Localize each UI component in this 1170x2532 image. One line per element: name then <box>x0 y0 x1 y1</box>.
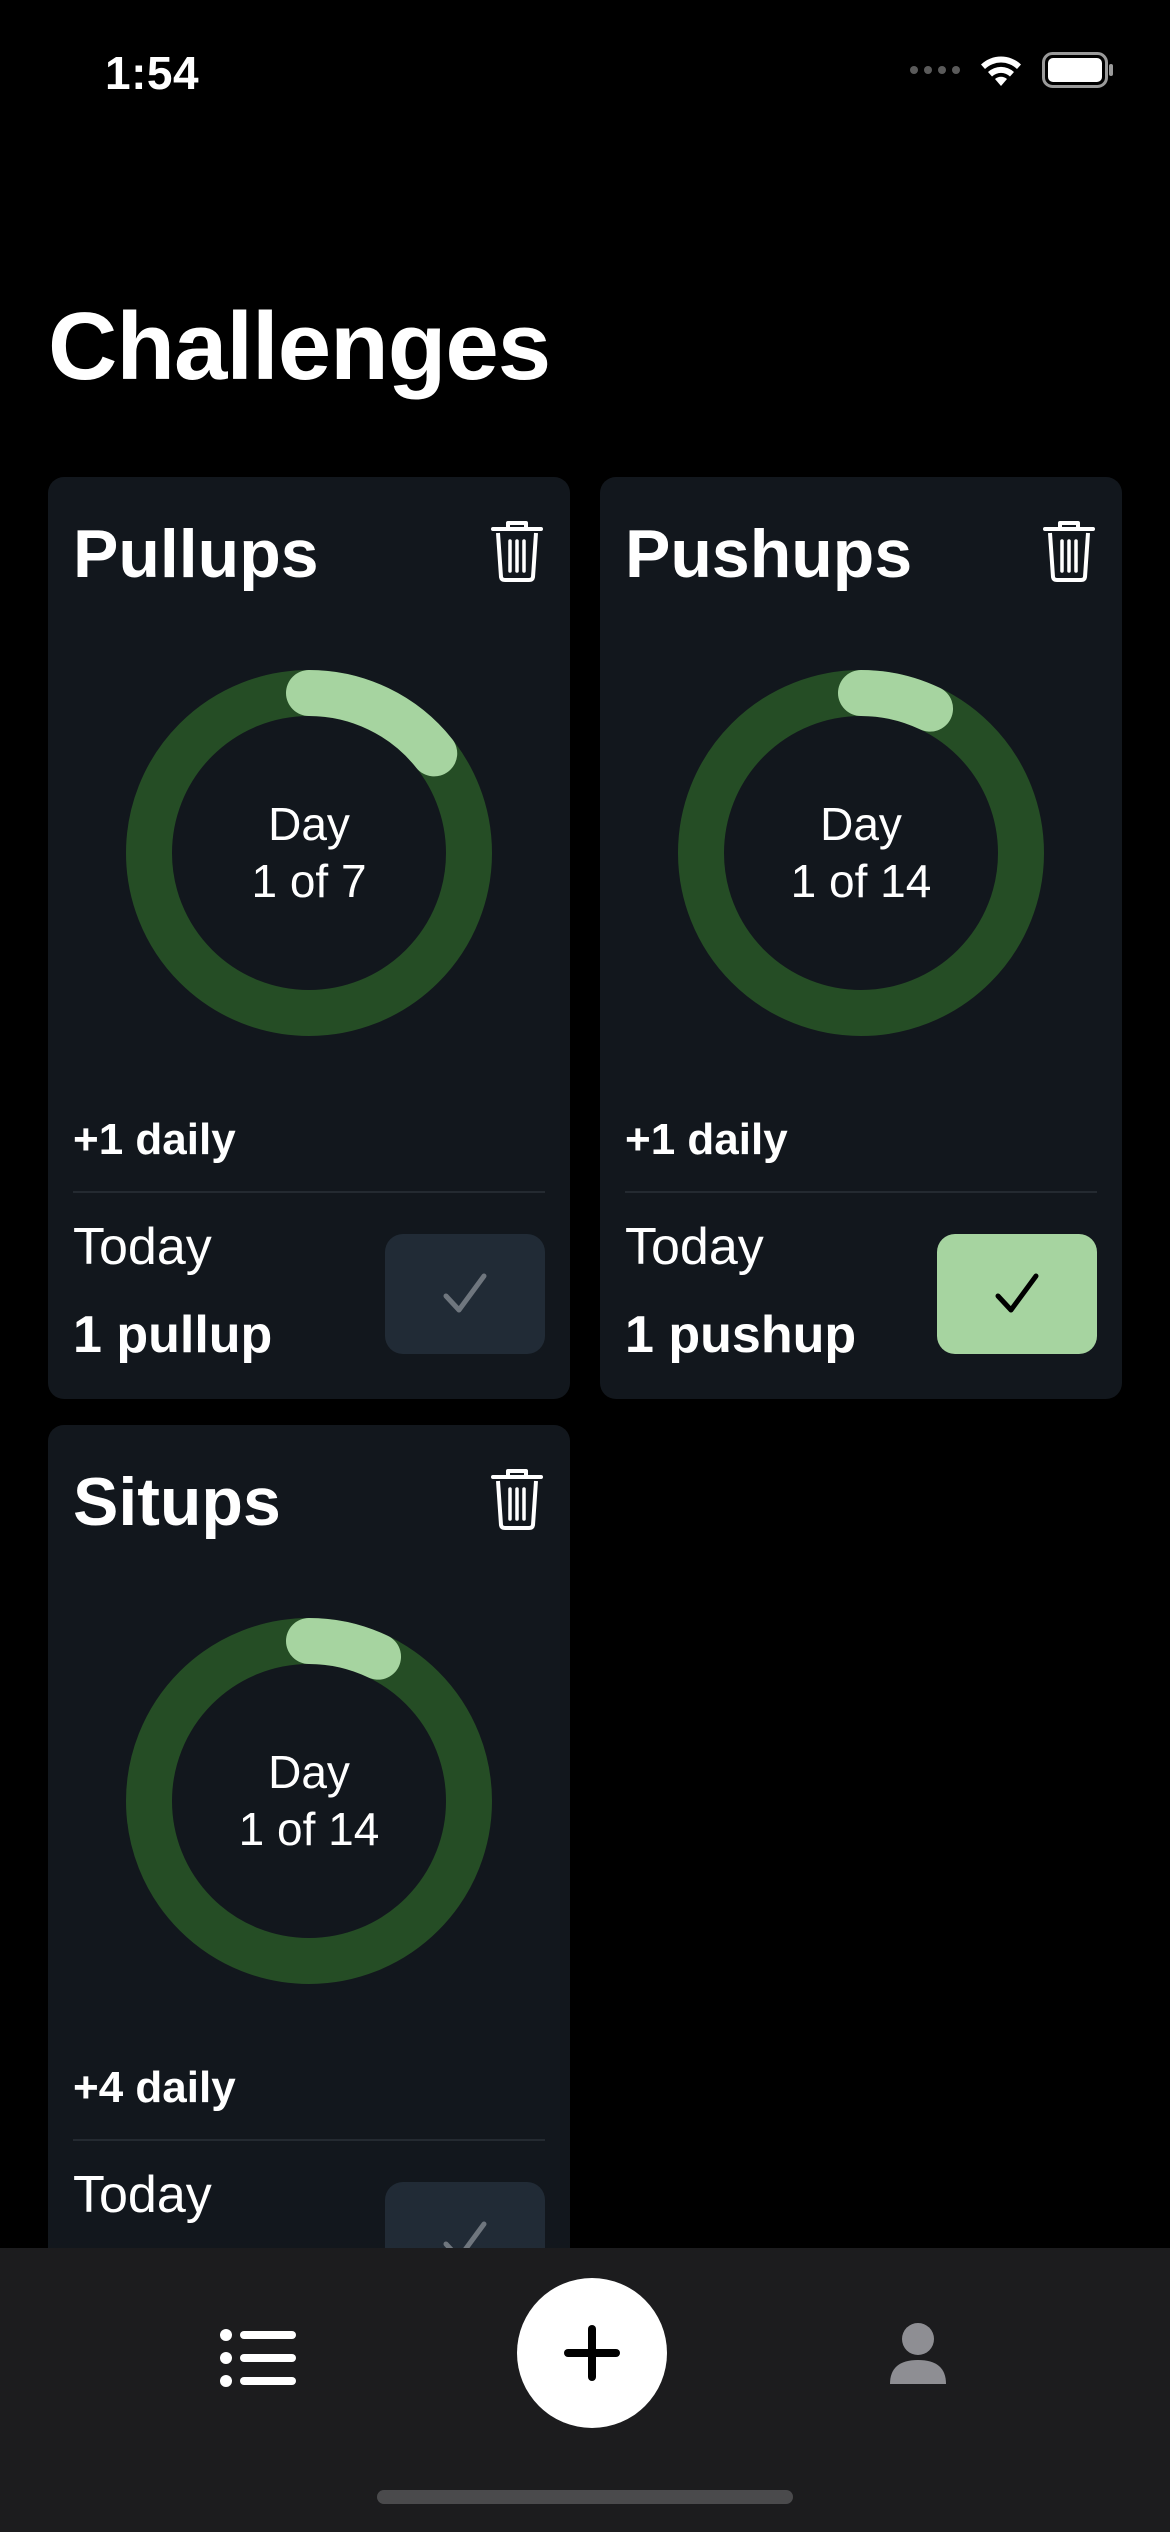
home-indicator <box>377 2490 793 2504</box>
divider <box>73 2139 545 2141</box>
day-progress-label: Day 1 of 14 <box>675 667 1047 1039</box>
checkmark-icon <box>995 1273 1039 1313</box>
day-label: Day <box>268 1746 350 1798</box>
person-icon[interactable] <box>888 2322 948 2386</box>
trash-icon[interactable] <box>489 1467 545 1531</box>
checkmark-icon <box>443 1273 487 1313</box>
day-label: Day <box>268 798 350 850</box>
wifi-icon <box>981 56 1021 86</box>
daily-increment: +1 daily <box>73 1115 236 1164</box>
challenge-card-situps[interactable]: Situps Day 1 of 14 +4 daily Today <box>48 1425 570 2347</box>
status-time: 1:54 <box>105 47 200 99</box>
day-count: 1 of 14 <box>790 855 932 907</box>
battery-icon <box>1042 52 1113 88</box>
add-challenge-button[interactable] <box>517 2278 667 2428</box>
page-title: Challenges <box>48 293 551 400</box>
status-bar: 1:54 <box>0 0 1170 150</box>
day-progress-label: Day 1 of 7 <box>123 667 495 1039</box>
today-label: Today <box>73 1218 212 1276</box>
today-amount: 1 pushup <box>625 1306 857 1364</box>
challenge-card-pushups[interactable]: Pushups Day 1 of 14 +1 daily Today 1 pus… <box>600 477 1122 1399</box>
cellular-signal-icon <box>910 66 960 74</box>
plus-icon <box>564 2325 620 2381</box>
divider <box>73 1191 545 1193</box>
daily-increment: +1 daily <box>625 1115 788 1164</box>
challenge-title: Pullups <box>73 516 319 592</box>
today-label: Today <box>73 2166 212 2224</box>
challenge-title: Situps <box>73 1464 281 1540</box>
day-count: 1 of 14 <box>238 1803 380 1855</box>
list-icon[interactable] <box>220 2328 296 2388</box>
complete-today-button[interactable] <box>937 1234 1097 1354</box>
today-label: Today <box>625 1218 764 1276</box>
day-progress-label: Day 1 of 14 <box>123 1615 495 1987</box>
day-count: 1 of 7 <box>251 855 367 907</box>
daily-increment: +4 daily <box>73 2063 236 2112</box>
challenge-card-pullups[interactable]: Pullups Day 1 of 7 +1 daily Today 1 pull… <box>48 477 570 1399</box>
today-amount: 1 pullup <box>73 1306 273 1364</box>
status-icons <box>910 52 1114 88</box>
challenge-title: Pushups <box>625 516 913 592</box>
divider <box>625 1191 1097 1193</box>
day-label: Day <box>820 798 902 850</box>
complete-today-button[interactable] <box>385 1234 545 1354</box>
trash-icon[interactable] <box>1041 519 1097 583</box>
trash-icon[interactable] <box>489 519 545 583</box>
